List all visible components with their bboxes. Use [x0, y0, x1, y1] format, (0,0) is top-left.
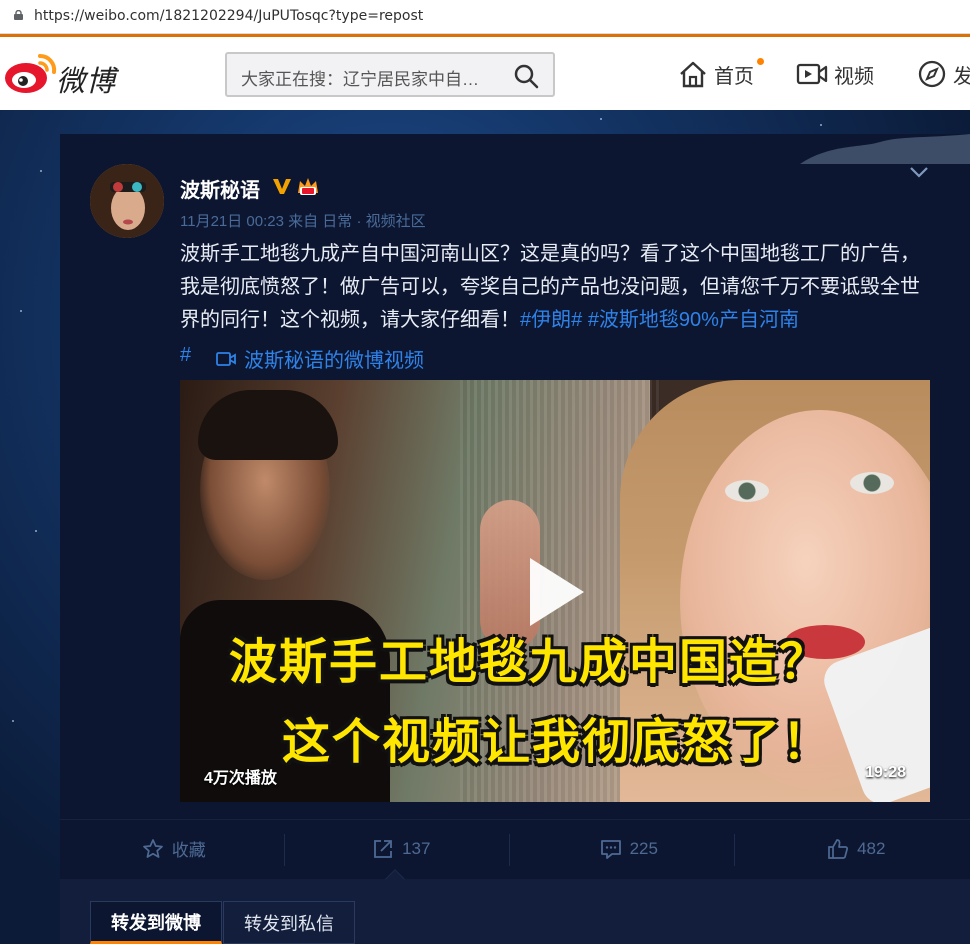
- cloud-decoration: [800, 134, 970, 164]
- search-box[interactable]: 大家正在搜：辽宁居民家中自…: [225, 52, 555, 97]
- verified-v-icon: [273, 179, 291, 194]
- share-icon: [374, 839, 392, 858]
- avatar-image: [90, 164, 164, 238]
- like-count: 482: [857, 838, 886, 858]
- video-view-count: 4万次播放: [204, 770, 277, 787]
- notification-dot: [757, 58, 764, 65]
- logo-text: 微博: [56, 64, 117, 98]
- comment-count: 225: [629, 838, 658, 858]
- play-icon[interactable]: [530, 558, 584, 626]
- nav-discover-label: 发: [953, 65, 970, 88]
- comment-icon: [600, 839, 621, 859]
- topic-link[interactable]: #波斯地毯90%产自河南: [588, 309, 799, 331]
- search-icon[interactable]: [513, 63, 539, 89]
- bg-star: [35, 530, 37, 532]
- username[interactable]: 波斯秘语: [180, 174, 260, 203]
- video-person-hair: [198, 390, 338, 460]
- video-eye: [725, 480, 769, 502]
- repost-panel: 转发到微博 转发到私信: [60, 879, 970, 944]
- top-navigation: 微博 大家正在搜：辽宁居民家中自… 首页 视频 发: [0, 37, 970, 110]
- nav-home-label: 首页: [714, 65, 754, 88]
- thumbs-up-icon: [828, 838, 849, 859]
- chevron-down-icon[interactable]: [910, 166, 928, 178]
- nav-home[interactable]: 首页: [678, 59, 754, 89]
- video-link-label: 波斯秘语的微博视频: [244, 350, 424, 372]
- video-duration: 19:28: [865, 764, 906, 781]
- bg-star: [40, 170, 42, 172]
- weibo-post-card: 波斯秘语 11月21日 00:23 来自 日常 · 视频社区 波斯手工地毯九成产…: [60, 134, 970, 944]
- user-badges: [271, 175, 320, 197]
- compass-icon: [918, 60, 946, 88]
- nav-discover[interactable]: 发: [917, 59, 970, 89]
- star-icon: [142, 838, 163, 858]
- nav-video-label: 视频: [834, 65, 874, 88]
- comment-button[interactable]: 225: [515, 820, 743, 877]
- divider: [734, 834, 735, 866]
- tab-repost-to-weibo[interactable]: 转发到微博: [90, 901, 222, 944]
- topic-link-tail[interactable]: #: [180, 344, 191, 367]
- nav-video[interactable]: 视频: [796, 59, 874, 89]
- video-eye: [850, 472, 894, 494]
- video-source-link[interactable]: 波斯秘语的微博视频: [216, 344, 424, 373]
- favorite-button[interactable]: 收藏: [60, 820, 288, 877]
- video-caption-line2: 这个视频让我彻底怒了！: [281, 714, 832, 770]
- divider: [509, 834, 510, 866]
- like-button[interactable]: 482: [743, 820, 970, 877]
- tab-repost-to-message[interactable]: 转发到私信: [223, 901, 355, 944]
- browser-address-bar[interactable]: https://weibo.com/1821202294/JuPUTosqc?t…: [0, 0, 970, 34]
- video-caption-line1: 波斯手工地毯九成中国造？: [228, 634, 829, 690]
- weibo-logo-icon: [5, 53, 57, 93]
- topic-link[interactable]: #伊朗#: [520, 309, 582, 331]
- video-player[interactable]: 波斯手工地毯九成中国造？ 这个视频让我彻底怒了！ 4万次播放 19:28: [180, 380, 930, 802]
- post-meta[interactable]: 11月21日 00:23 来自 日常 · 视频社区: [180, 210, 426, 231]
- search-input[interactable]: 大家正在搜：辽宁居民家中自…: [241, 65, 479, 90]
- bg-star: [820, 124, 822, 126]
- bg-star: [20, 310, 22, 312]
- avatar[interactable]: [90, 164, 164, 238]
- video-camera-icon: [216, 351, 236, 366]
- member-crown-icon[interactable]: [296, 175, 320, 197]
- divider: [284, 834, 285, 866]
- repost-count: 137: [402, 838, 431, 858]
- weibo-logo[interactable]: 微博: [0, 50, 130, 98]
- post-action-bar: 收藏 137 225 482: [60, 819, 970, 877]
- bg-star: [12, 720, 14, 722]
- bg-star: [600, 118, 602, 120]
- home-icon: [680, 61, 706, 88]
- lock-icon: [14, 10, 23, 20]
- post-text: 波斯手工地毯九成产自中国河南山区？这是真的吗？看了这个中国地毯工厂的广告，我是彻…: [180, 238, 920, 337]
- url-text[interactable]: https://weibo.com/1821202294/JuPUTosqc?t…: [34, 8, 423, 24]
- favorite-label: 收藏: [171, 841, 206, 860]
- video-icon: [796, 63, 828, 85]
- repost-button[interactable]: 137: [288, 820, 516, 877]
